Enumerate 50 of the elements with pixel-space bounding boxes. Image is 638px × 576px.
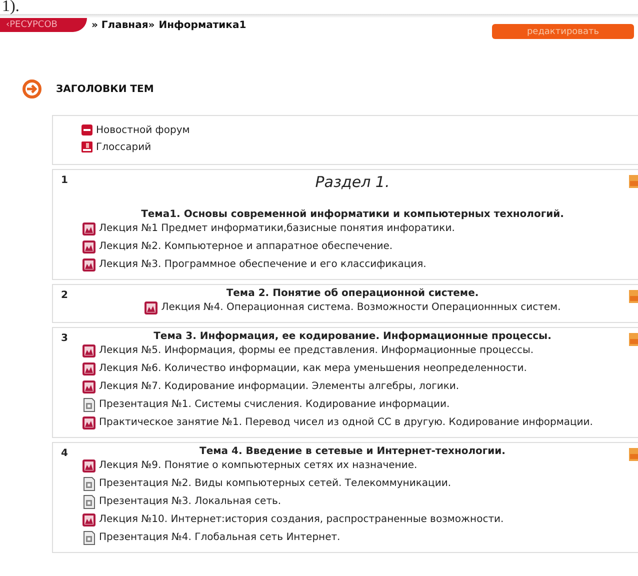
document-icon xyxy=(82,531,96,545)
lecture-icon xyxy=(82,362,96,376)
resource-link[interactable]: Лекция №1 Предмет информатики,базисные понятия инфоратики. xyxy=(99,222,455,235)
lecture-icon xyxy=(82,344,96,358)
arrow-circle-icon xyxy=(22,79,42,99)
section-heading: ЗАГОЛОВКИ ТЕМ xyxy=(56,84,154,94)
resource-link[interactable]: Новостной форум xyxy=(96,124,190,137)
topic-title: Тема1. Основы современной информатики и компьютерных технологий. xyxy=(140,209,565,220)
lecture-icon xyxy=(82,513,96,527)
resource-link[interactable]: Презентация №3. Локальная сеть. xyxy=(99,495,282,508)
section-number: 4 xyxy=(61,447,69,459)
section-number: 3 xyxy=(61,332,69,344)
topic-title: Тема 2. Понятие об операционной системе. xyxy=(225,288,480,299)
resource-link[interactable]: Лекция №2. Компьютерное и аппаратное обеспечение. xyxy=(99,240,393,253)
highlight-icon[interactable] xyxy=(629,175,638,188)
document-icon xyxy=(82,477,96,491)
breadcrumb-link[interactable]: Информатика1 xyxy=(158,20,246,30)
resource-link[interactable]: Лекция №9. Понятие о компьютерных сетях их назначение. xyxy=(99,459,418,472)
section-number: 2 xyxy=(61,289,69,301)
document-icon xyxy=(82,495,96,509)
section-number: 1 xyxy=(61,174,69,186)
resource-link[interactable]: Лекция №7. Кодирование информации. Элементы алгебры, логики. xyxy=(99,380,460,393)
highlight-icon[interactable] xyxy=(629,290,638,303)
document-icon xyxy=(82,398,96,412)
lecture-icon xyxy=(82,459,96,473)
resource-link[interactable]: Презентация №4. Глобальная сеть Интернет. xyxy=(99,531,340,544)
topic-title: Тема 3. Информация, ее кодирование. Информационные процессы. xyxy=(152,331,552,342)
resource-link[interactable]: Глоссарий xyxy=(96,141,152,154)
lecture-icon xyxy=(82,380,96,394)
glossary-icon xyxy=(81,141,93,153)
highlight-icon[interactable] xyxy=(629,448,638,461)
resource-link[interactable]: Лекция №10. Интернет:история создания, распространенные возможности. xyxy=(99,513,504,526)
document-fragment: 1). xyxy=(1,0,20,14)
resource-link[interactable]: Презентация №1. Системы счисления. Кодирование информации. xyxy=(99,398,450,411)
resource-link[interactable]: Презентация №2. Виды компьютерных сетей. Телекоммуникации. xyxy=(99,477,451,490)
lecture-icon xyxy=(82,416,96,430)
resource-link[interactable]: Лекция №5. Информация, формы ее представления. Информационные процессы. xyxy=(99,344,534,357)
lecture-icon xyxy=(82,258,96,272)
lecture-icon xyxy=(144,301,158,315)
resource-link[interactable]: Лекция №3. Программное обеспечение и его классификация. xyxy=(99,258,426,271)
resource-link[interactable]: Лекция №4. Операционная система. Возможности Операционнных систем. xyxy=(161,301,561,314)
topic-title: Тема 4. Введение в сетевые и Интернет-технологии. xyxy=(198,446,506,457)
section-title: Раздел 1. xyxy=(314,173,391,193)
breadcrumb-link[interactable]: » Главная» xyxy=(91,20,155,30)
highlight-icon[interactable] xyxy=(629,333,638,346)
forum-icon xyxy=(81,124,93,136)
resource-link[interactable]: Практическое занятие №1. Перевод чисел из одной СС в другую. Кодирование информации. xyxy=(99,416,593,429)
lecture-icon xyxy=(82,240,96,254)
resource-link[interactable]: Лекция №6. Количество информации, как мера уменьшения неопределенности. xyxy=(99,362,527,375)
lecture-icon xyxy=(82,222,96,236)
